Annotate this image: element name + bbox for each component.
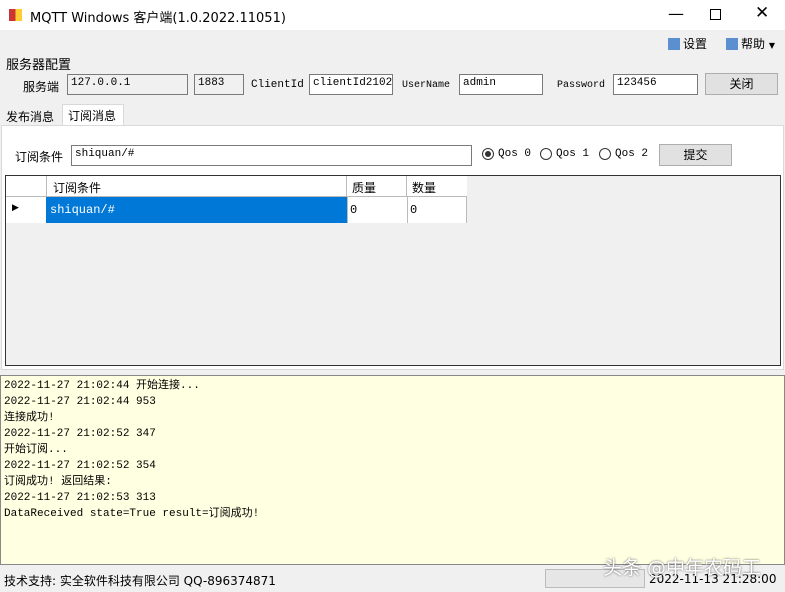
log-line: 订阅成功! 返回结果: — [4, 476, 112, 488]
cell-topic[interactable]: shiquan/# — [46, 197, 347, 223]
radio-icon — [599, 148, 611, 160]
host-label: 服务端 — [23, 80, 60, 94]
title-bar: MQTT Windows 客户端(1.0.2022.11051) — ✕ — [0, 0, 785, 30]
help-label: 帮助 — [741, 37, 766, 51]
cell-count[interactable]: 0 — [407, 197, 467, 223]
tab-subscribe[interactable]: 订阅消息 — [62, 104, 124, 126]
cell-qos[interactable]: 0 — [347, 197, 407, 223]
watermark: 头条 @中年农码工 — [603, 557, 762, 579]
log-output[interactable]: 2022-11-27 21:02:44 开始连接... 2022-11-27 2… — [0, 375, 785, 565]
tab-subscribe-label: 订阅消息 — [68, 109, 117, 123]
tab-publish[interactable]: 发布消息 — [6, 108, 54, 125]
window-title: MQTT Windows 客户端(1.0.2022.11051) — [30, 11, 286, 26]
help-button[interactable]: 帮助 ▼ — [726, 35, 775, 52]
submit-button[interactable]: 提交 — [659, 144, 732, 166]
subscribe-label: 订阅条件 — [15, 150, 64, 164]
qos1-label: Qos 1 — [556, 148, 590, 160]
chevron-down-icon: ▼ — [768, 41, 775, 50]
log-line: 2022-11-27 21:02:52 354 — [4, 460, 156, 472]
radio-icon — [540, 148, 552, 160]
app-icon — [9, 9, 22, 21]
header-topic[interactable]: 订阅条件 — [53, 179, 101, 196]
log-line: DataReceived state=True result=订阅成功! — [4, 508, 260, 520]
maximize-button[interactable] — [710, 9, 721, 20]
qos0-radio[interactable]: Qos 0 — [482, 148, 531, 160]
radio-checked-icon — [482, 148, 494, 160]
log-line: 2022-11-27 21:02:44 开始连接... — [4, 380, 200, 392]
host-field[interactable]: 127.0.0.1 — [67, 74, 188, 95]
close-window-button[interactable]: ✕ — [755, 3, 769, 23]
log-line: 2022-11-27 21:02:52 347 — [4, 428, 156, 440]
settings-button[interactable]: 设置 — [668, 35, 707, 52]
password-label: Password — [557, 80, 606, 91]
username-label: UserName — [402, 80, 451, 91]
qos0-label: Qos 0 — [498, 148, 532, 160]
port-field[interactable]: 1883 — [194, 74, 244, 95]
subscription-grid: 订阅条件 质量 数量 ▶ shiquan/# 0 0 — [5, 175, 781, 366]
log-line: 2022-11-27 21:02:44 953 — [4, 396, 156, 408]
grid-header-row: 订阅条件 质量 数量 — [6, 176, 467, 196]
header-qos[interactable]: 质量 — [352, 179, 376, 196]
log-line: 2022-11-27 21:02:53 313 — [4, 492, 156, 504]
qos2-label: Qos 2 — [615, 148, 649, 160]
row-selector-arrow-icon: ▶ — [12, 203, 19, 213]
qos2-radio[interactable]: Qos 2 — [599, 148, 648, 160]
image-icon — [726, 38, 738, 50]
image-icon — [668, 38, 680, 50]
settings-label: 设置 — [683, 37, 708, 51]
username-field[interactable]: admin — [459, 74, 543, 95]
table-row[interactable]: ▶ shiquan/# 0 0 — [6, 196, 467, 223]
disconnect-button[interactable]: 关闭 — [705, 73, 778, 95]
clientid-field[interactable]: clientId21024 — [309, 74, 393, 95]
password-field[interactable]: 123456 — [613, 74, 698, 95]
minimize-button[interactable]: — — [668, 4, 684, 23]
clientid-label: ClientId — [251, 79, 304, 91]
subscribe-topic-input[interactable]: shiquan/# — [71, 145, 472, 166]
log-line: 开始订阅... — [4, 444, 68, 456]
status-support-text: 技术支持: 实全软件科技有限公司 QQ-896374871 — [4, 574, 276, 588]
log-line: 连接成功! — [4, 412, 55, 424]
qos1-radio[interactable]: Qos 1 — [540, 148, 589, 160]
header-count[interactable]: 数量 — [412, 179, 436, 196]
server-group-title: 服务器配置 — [6, 58, 72, 73]
